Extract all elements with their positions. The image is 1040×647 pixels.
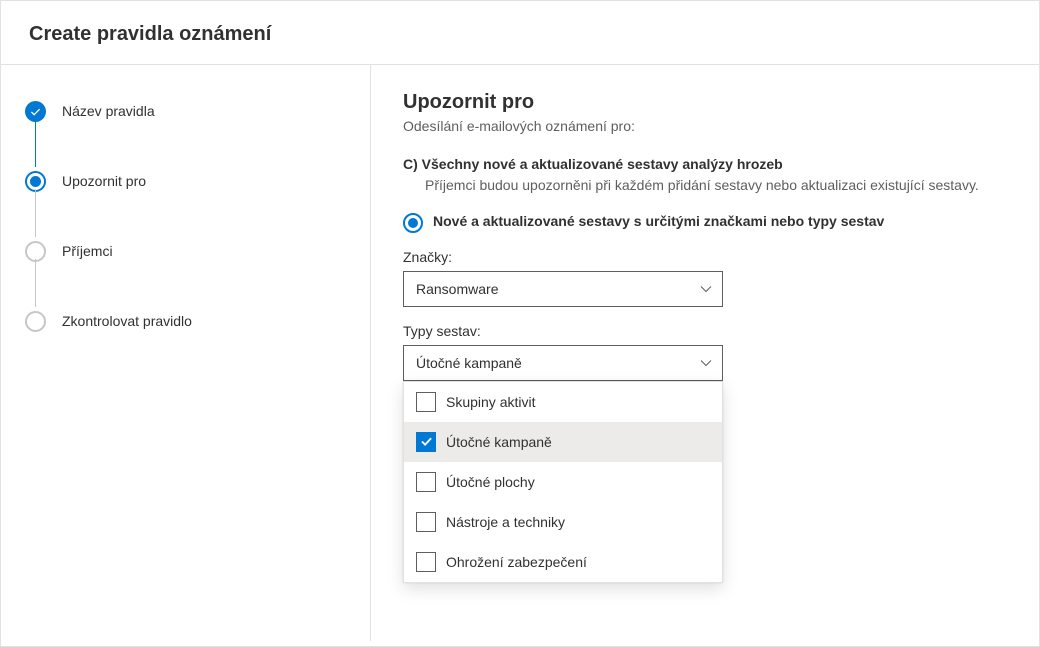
dialog-body: Název pravidla Upozornit pro Příjemci Zk… — [1, 64, 1039, 641]
main-content: Upozornit pro Odesílání e-mailových ozná… — [371, 65, 1039, 641]
section-subtitle: Odesílání e-mailových oznámení pro: — [403, 118, 1007, 134]
chevron-down-icon — [700, 283, 712, 295]
option-heading: C) Všechny nové a aktualizované sestavy … — [403, 156, 1007, 172]
report-types-label: Typy sestav: — [403, 323, 1007, 339]
step-label: Zkontrolovat pravidlo — [62, 313, 192, 329]
report-types-dropdown-menu: Skupiny aktivit Útočné kampaně Útočné pl… — [403, 381, 723, 583]
step-label: Název pravidla — [62, 103, 155, 119]
dropdown-item-activity-groups[interactable]: Skupiny aktivit — [404, 382, 722, 422]
radio-specific-tags[interactable]: Nové a aktualizované sestavy s určitými … — [403, 212, 1007, 233]
report-types-dropdown-wrapper: Útočné kampaně Skupiny aktivit Útočné ka… — [403, 345, 723, 381]
step-connector — [35, 119, 36, 167]
dialog-header: Create pravidla oznámení — [1, 1, 1039, 64]
step-notify-for[interactable]: Upozornit pro — [25, 167, 346, 195]
dropdown-item-label: Útočné plochy — [446, 474, 535, 490]
dropdown-item-vulnerabilities[interactable]: Ohrožení zabezpečení — [404, 542, 722, 582]
tags-dropdown-value: Ransomware — [416, 281, 498, 297]
dropdown-item-label: Skupiny aktivit — [446, 394, 535, 410]
report-types-dropdown[interactable]: Útočné kampaně — [403, 345, 723, 381]
step-connector — [35, 259, 36, 307]
dialog-title: Create pravidla oznámení — [29, 23, 1011, 46]
tags-label: Značky: — [403, 249, 1007, 265]
option-description: Příjemci budou upozorněni při každém při… — [403, 176, 1007, 196]
step-review-rule[interactable]: Zkontrolovat pravidlo — [25, 307, 346, 335]
checkbox-icon — [416, 392, 436, 412]
dropdown-item-label: Útočné kampaně — [446, 434, 552, 450]
radio-icon — [403, 213, 423, 233]
step-marker-pending — [25, 311, 46, 332]
dropdown-item-attack-campaigns[interactable]: Útočné kampaně — [404, 422, 722, 462]
dropdown-item-tools-techniques[interactable]: Nástroje a techniky — [404, 502, 722, 542]
step-rule-name[interactable]: Název pravidla — [25, 97, 346, 125]
step-label: Upozornit pro — [62, 173, 146, 189]
step-label: Příjemci — [62, 243, 113, 259]
checkbox-icon — [416, 552, 436, 572]
report-types-dropdown-value: Útočné kampaně — [416, 355, 522, 371]
step-recipients[interactable]: Příjemci — [25, 237, 346, 265]
stepper: Název pravidla Upozornit pro Příjemci Zk… — [25, 97, 346, 335]
step-connector — [35, 189, 36, 237]
checkbox-checked-icon — [416, 432, 436, 452]
checkmark-icon — [30, 106, 41, 117]
checkbox-icon — [416, 512, 436, 532]
section-title: Upozornit pro — [403, 91, 1007, 114]
radio-label: Nové a aktualizované sestavy s určitými … — [433, 212, 884, 232]
chevron-down-icon — [700, 357, 712, 369]
checkbox-icon — [416, 472, 436, 492]
tags-dropdown[interactable]: Ransomware — [403, 271, 723, 307]
option-all-reports: C) Všechny nové a aktualizované sestavy … — [403, 156, 1007, 196]
dropdown-item-label: Ohrožení zabezpečení — [446, 554, 587, 570]
stepper-sidebar: Název pravidla Upozornit pro Příjemci Zk… — [1, 65, 371, 641]
dropdown-item-attack-surfaces[interactable]: Útočné plochy — [404, 462, 722, 502]
dropdown-item-label: Nástroje a techniky — [446, 514, 565, 530]
